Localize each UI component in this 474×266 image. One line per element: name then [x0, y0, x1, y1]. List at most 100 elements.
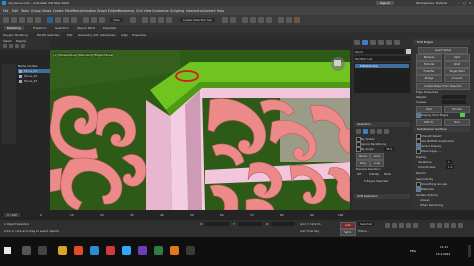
- border-mode-icon[interactable]: [370, 129, 375, 134]
- windows-start-icon[interactable]: [4, 247, 11, 254]
- ribbon-tab-freeform[interactable]: Freeform: [33, 26, 46, 30]
- zoom-icon[interactable]: [430, 223, 435, 228]
- eye-icon[interactable]: [19, 75, 22, 78]
- ribbon-subdivision[interactable]: Subdivision: [100, 33, 116, 37]
- bind-icon[interactable]: [35, 17, 41, 23]
- prev-frame-icon[interactable]: [392, 223, 397, 228]
- next-frame-icon[interactable]: [406, 223, 411, 228]
- ribbon-edit[interactable]: Edit: [67, 33, 72, 37]
- when-rendering-radio[interactable]: When Rendering: [420, 203, 443, 207]
- app-icon[interactable]: [186, 246, 195, 255]
- polygon-mode-icon[interactable]: [377, 129, 382, 134]
- spinner-snap-icon[interactable]: [166, 17, 172, 23]
- vertex-mode-icon[interactable]: [356, 129, 361, 134]
- app-icon[interactable]: [138, 246, 147, 255]
- ribbon-modify-selection[interactable]: Modify Selection: [37, 33, 60, 37]
- 3dsmax-taskbar-icon[interactable]: [90, 246, 99, 255]
- scene-tab-select[interactable]: Select: [3, 39, 12, 43]
- ribbon-tab-modeling[interactable]: Modeling: [4, 26, 24, 30]
- clock-time[interactable]: 11:31: [440, 245, 448, 249]
- edit-tri-button[interactable]: Edit Tri.: [416, 119, 442, 126]
- time-slider[interactable]: 0 / 100: [4, 213, 20, 217]
- menu-views[interactable]: Views: [42, 9, 51, 13]
- layer-icon[interactable]: [242, 17, 248, 23]
- ribbon-tab-object-paint[interactable]: Object Paint: [77, 26, 95, 30]
- object-color-swatch[interactable]: [406, 49, 411, 54]
- ribbon-align[interactable]: Align: [121, 33, 128, 37]
- clock-date[interactable]: 12.2.2021: [436, 252, 450, 256]
- goto-end-icon[interactable]: [413, 223, 418, 228]
- photoshop-icon[interactable]: [122, 246, 131, 255]
- angle-spinner[interactable]: 45.0: [384, 147, 395, 151]
- ring-button[interactable]: Ring: [356, 160, 370, 167]
- region-select-icon[interactable]: [63, 17, 69, 23]
- render-icon[interactable]: [294, 17, 300, 23]
- align-icon[interactable]: [230, 17, 236, 23]
- weight-spinner[interactable]: [442, 95, 466, 99]
- chrome-icon[interactable]: [74, 246, 83, 255]
- cameras-filter-icon[interactable]: [21, 44, 25, 48]
- material-editor-icon[interactable]: [266, 17, 272, 23]
- shrink-button[interactable]: Shrink: [356, 153, 370, 160]
- list-item[interactable]: Fence_03: [18, 79, 50, 83]
- menu-scripting[interactable]: Scripting: [170, 9, 184, 13]
- list-item[interactable]: Fence_01: [18, 69, 50, 73]
- task-view-icon[interactable]: [38, 246, 47, 255]
- reference-coord-dropdown[interactable]: View: [110, 18, 123, 22]
- link-icon[interactable]: [19, 17, 25, 23]
- ribbon-geometry[interactable]: Geometry (All): [78, 33, 99, 37]
- select-by-name-icon[interactable]: [55, 17, 61, 23]
- scale-icon[interactable]: [99, 17, 105, 23]
- edit-edges-rollout-header[interactable]: Edit Edges: [414, 40, 470, 45]
- smoothness-spinner[interactable]: 1.0: [446, 165, 455, 169]
- scene-tab-display[interactable]: Display: [16, 39, 26, 43]
- geometry-filter-icon[interactable]: [9, 44, 13, 48]
- render-frame-icon[interactable]: [286, 17, 292, 23]
- weld-button[interactable]: Weld: [444, 61, 470, 68]
- create-tab-icon[interactable]: [354, 40, 360, 45]
- insert-vertex-button[interactable]: Insert Vertex: [418, 47, 468, 54]
- preview-subobj-radio[interactable]: SubObj: [369, 172, 379, 176]
- grow-button[interactable]: Grow: [370, 153, 384, 160]
- menu-animation[interactable]: Animation: [80, 9, 96, 13]
- loop-button[interactable]: Loop: [370, 160, 384, 167]
- key-filters-button[interactable]: Filters...: [358, 229, 369, 233]
- viewport-perspective[interactable]: [+] [Perspective] [Standard] [Edged Face…: [50, 50, 350, 210]
- hard-edge-color-swatch[interactable]: [460, 113, 465, 117]
- edge-mode-icon[interactable]: [363, 129, 368, 134]
- sign-in-button[interactable]: Sign In: [376, 1, 395, 5]
- menu-tools[interactable]: Tools: [21, 9, 29, 13]
- undo-icon[interactable]: [3, 17, 9, 23]
- menu-create[interactable]: Create: [53, 9, 64, 13]
- set-key-button[interactable]: Set K.: [340, 229, 356, 236]
- menu-interactive[interactable]: Interactive: [186, 9, 203, 13]
- object-name-field[interactable]: Wood: [354, 49, 404, 54]
- connect-button[interactable]: Connect: [444, 75, 470, 82]
- maximize-button[interactable]: □: [463, 1, 466, 5]
- list-item[interactable]: Fence_02: [18, 74, 50, 78]
- menu-help[interactable]: Help: [217, 9, 224, 13]
- extrude-button[interactable]: Extrude: [416, 61, 442, 68]
- filter-icon[interactable]: [3, 44, 7, 48]
- chamfer-button[interactable]: Chamfer: [416, 68, 442, 75]
- x-coordinate-field[interactable]: [205, 222, 229, 226]
- angle-snap-icon[interactable]: [150, 17, 156, 23]
- timeline[interactable]: 0 / 100 0 10 20 30 40 50 60 70 80 90 100: [0, 210, 474, 220]
- always-radio[interactable]: Always: [420, 198, 430, 202]
- schematic-icon[interactable]: [258, 17, 264, 23]
- remove-button[interactable]: Remove: [416, 54, 442, 61]
- rotate-icon[interactable]: [91, 17, 97, 23]
- modify-tab-icon[interactable]: [362, 40, 368, 45]
- eye-icon[interactable]: [19, 80, 22, 83]
- turn-button[interactable]: Turn: [444, 119, 470, 126]
- search-icon[interactable]: [22, 246, 31, 255]
- menu-rendering[interactable]: Rendering: [118, 9, 134, 13]
- menu-edit[interactable]: Edit: [12, 9, 18, 13]
- crease-spinner[interactable]: [442, 100, 466, 104]
- display-tab-icon[interactable]: [386, 40, 392, 45]
- element-mode-icon[interactable]: [384, 129, 389, 134]
- select-object-icon[interactable]: [47, 17, 53, 23]
- menu-customize[interactable]: Customize: [152, 9, 169, 13]
- eye-icon[interactable]: [19, 70, 22, 73]
- menu-file[interactable]: File: [3, 9, 8, 13]
